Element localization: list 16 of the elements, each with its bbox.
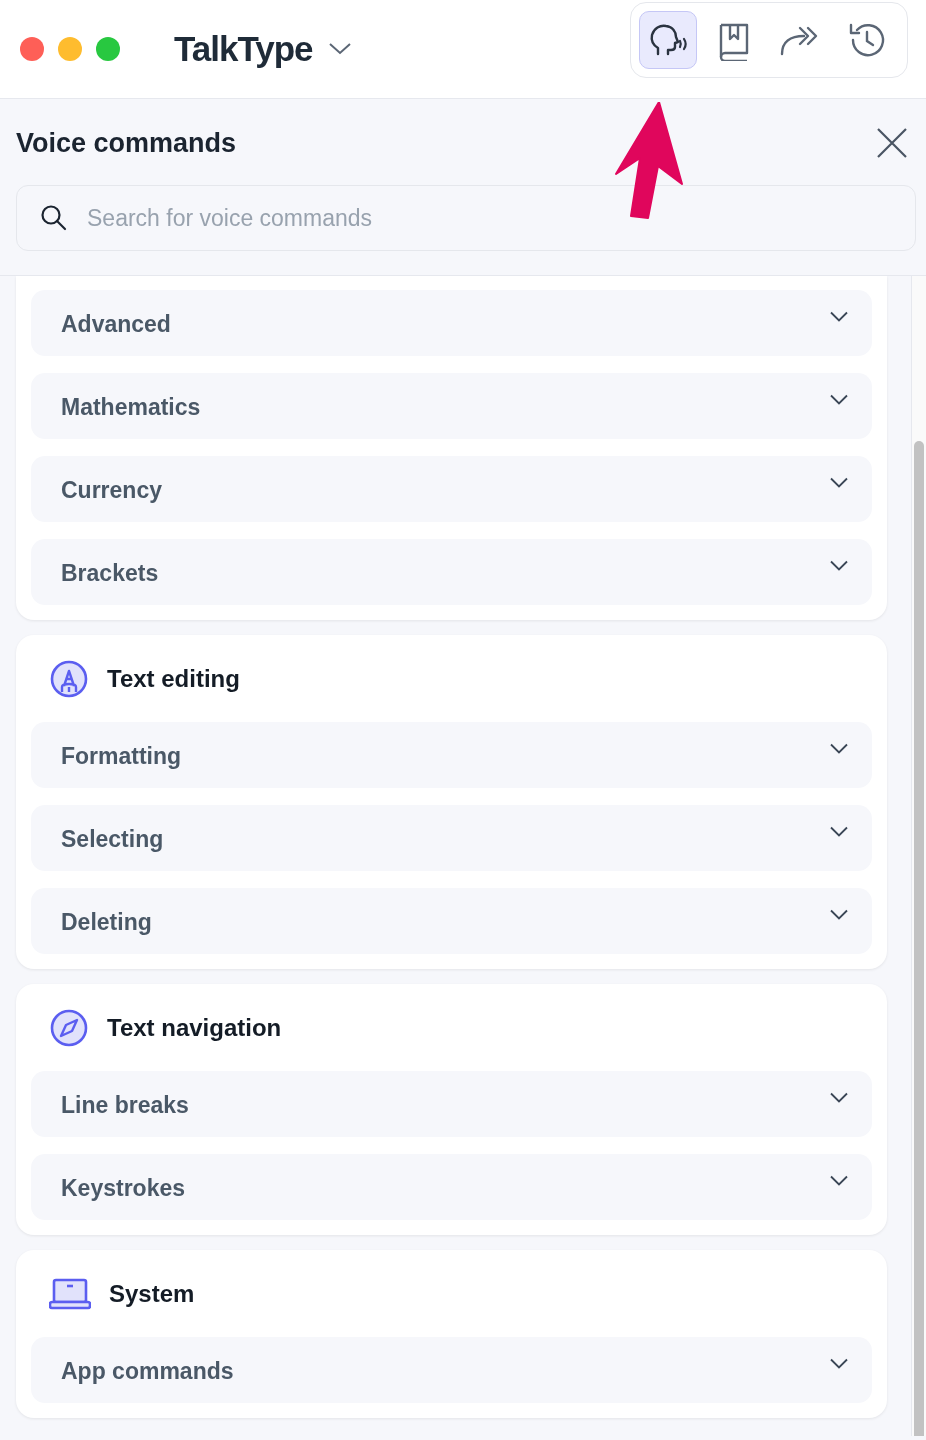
category-item[interactable]: Keystrokes	[31, 1154, 872, 1220]
category-item[interactable]: Currency	[31, 456, 872, 522]
search-field[interactable]: Search for voice commands	[16, 185, 916, 251]
category-item[interactable]: Selecting	[31, 805, 872, 871]
category-item[interactable]: App commands	[31, 1337, 872, 1403]
section-heading: System	[109, 1280, 195, 1308]
category-item[interactable]: Advanced	[31, 290, 872, 356]
category-item[interactable]: Formatting	[31, 722, 872, 788]
section-heading: Text editing	[107, 665, 240, 693]
category-item[interactable]: Brackets	[31, 539, 872, 605]
section-heading: Text navigation	[107, 1014, 282, 1042]
panel-title: Voice commands	[16, 127, 237, 159]
app-title: TalkType	[174, 29, 313, 69]
category-item[interactable]: Mathematics	[31, 373, 872, 439]
category-item[interactable]: Deleting	[31, 888, 872, 954]
category-item[interactable]: Line breaks	[31, 1071, 872, 1137]
